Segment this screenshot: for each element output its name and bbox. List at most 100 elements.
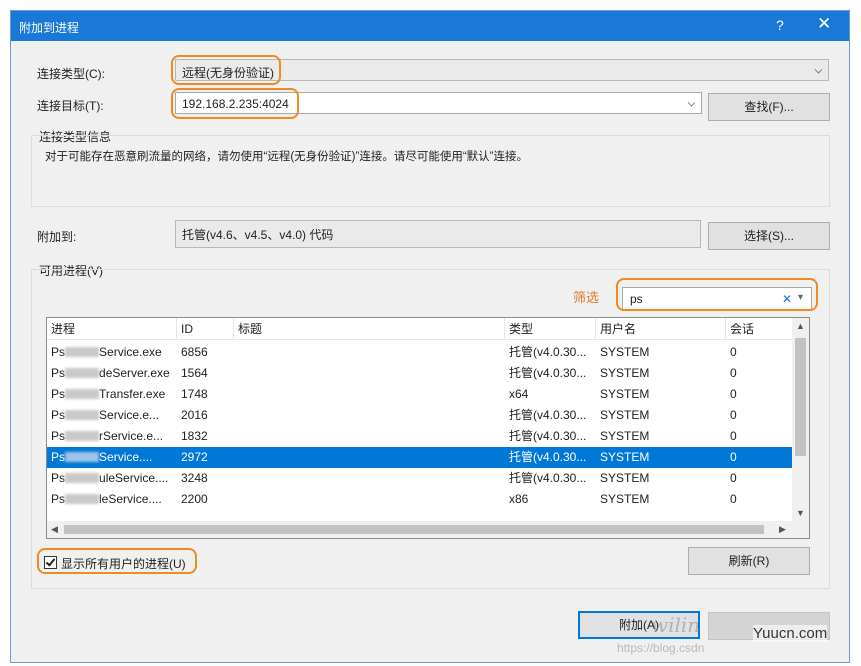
- redacted-text: [65, 431, 100, 442]
- help-icon[interactable]: ?: [776, 17, 784, 33]
- column-header-type[interactable]: 类型: [505, 318, 596, 340]
- process-session-cell: 0: [730, 408, 737, 422]
- find-button[interactable]: 查找(F)...: [708, 93, 830, 121]
- column-header-username[interactable]: 用户名: [596, 318, 726, 340]
- process-name-suffix: Transfer.exe: [99, 387, 166, 401]
- scroll-right-icon[interactable]: ▶: [779, 524, 786, 535]
- refresh-button[interactable]: 刷新(R): [688, 547, 810, 575]
- attach-to-process-dialog: 附加到进程 ? ✕ 连接类型(C): 远程(无身份验证) 连接目标(T): 19…: [10, 10, 850, 663]
- chevron-down-icon: [814, 65, 823, 74]
- connection-target-combo[interactable]: 192.168.2.235:4024: [175, 92, 702, 114]
- process-user-cell: SYSTEM: [600, 387, 650, 401]
- process-name-suffix: Service.exe: [99, 345, 162, 359]
- show-all-users-label[interactable]: 显示所有用户的进程(U): [61, 555, 186, 572]
- check-icon: [45, 556, 56, 567]
- process-session-cell: 0: [730, 345, 737, 359]
- table-row[interactable]: Ps Service.... 2972 托管(v4.0.30... SYSTEM 0: [47, 447, 792, 468]
- show-all-users-checkbox[interactable]: [44, 556, 57, 569]
- scroll-left-icon[interactable]: ◀: [51, 524, 58, 535]
- process-name-prefix: Ps: [51, 387, 66, 401]
- process-user-cell: SYSTEM: [600, 429, 650, 443]
- close-icon[interactable]: ✕: [817, 14, 831, 34]
- process-id-cell: 2200: [181, 492, 208, 506]
- scroll-up-icon[interactable]: ▲: [796, 321, 805, 331]
- process-name-cell: Ps Service.e...: [47, 405, 177, 426]
- process-id-cell: 2016: [181, 408, 208, 422]
- vertical-scroll-thumb[interactable]: [795, 338, 806, 456]
- process-id-cell: 1748: [181, 387, 208, 401]
- redacted-text: [65, 347, 100, 358]
- column-header-session[interactable]: 会话: [726, 318, 792, 340]
- process-type-cell: 托管(v4.0.30...: [509, 366, 587, 380]
- column-header-title[interactable]: 标题: [234, 318, 505, 340]
- process-type-cell: 托管(v4.0.30...: [509, 429, 587, 443]
- process-id-cell: 6856: [181, 345, 208, 359]
- process-type-cell: x86: [509, 492, 529, 506]
- filter-input[interactable]: ps ✕ ▾: [622, 287, 812, 311]
- connection-type-value: 远程(无身份验证): [182, 66, 274, 80]
- process-user-cell: SYSTEM: [600, 408, 650, 422]
- dialog-title: 附加到进程: [19, 21, 80, 35]
- redacted-text: [65, 410, 100, 421]
- scroll-down-icon[interactable]: ▼: [796, 508, 805, 518]
- redacted-text: [65, 389, 100, 400]
- vertical-scrollbar[interactable]: ▲ ▼: [792, 318, 809, 521]
- table-row[interactable]: Ps deServer.exe 1564 托管(v4.0.30... SYSTEM 0: [47, 363, 792, 384]
- connection-type-label: 连接类型(C):: [37, 67, 105, 81]
- process-name-suffix: leService....: [99, 492, 162, 506]
- filter-label: 筛选: [573, 290, 600, 305]
- process-name-cell: Ps rService.e...: [47, 426, 177, 447]
- column-header-process[interactable]: 进程: [47, 318, 177, 340]
- table-row[interactable]: Ps Transfer.exe 1748 x64 SYSTEM 0: [47, 384, 792, 405]
- process-type-cell: 托管(v4.0.30...: [509, 471, 587, 485]
- chevron-down-icon: [687, 98, 696, 107]
- process-session-cell: 0: [730, 471, 737, 485]
- process-type-cell: x64: [509, 387, 529, 401]
- attach-to-label: 附加到:: [37, 230, 77, 244]
- title-bar: 附加到进程 ? ✕: [11, 11, 849, 41]
- process-name-prefix: Ps: [51, 429, 66, 443]
- process-list-header: 进程 ID 标题 类型 用户名 会话: [47, 318, 792, 340]
- horizontal-scrollbar[interactable]: ◀ ▶: [47, 521, 792, 538]
- process-name-prefix: Ps: [51, 366, 66, 380]
- process-user-cell: SYSTEM: [600, 450, 650, 464]
- process-user-cell: SYSTEM: [600, 492, 650, 506]
- horizontal-scroll-thumb[interactable]: [64, 525, 764, 534]
- table-row[interactable]: Ps Service.exe 6856 托管(v4.0.30... SYSTEM 0: [47, 342, 792, 363]
- process-name-prefix: Ps: [51, 408, 66, 422]
- process-name-prefix: Ps: [51, 450, 66, 464]
- process-name-suffix: Service....: [99, 450, 153, 464]
- process-id-cell: 3248: [181, 471, 208, 485]
- process-user-cell: SYSTEM: [600, 471, 650, 485]
- redacted-text: [65, 368, 100, 379]
- process-list[interactable]: 进程 ID 标题 类型 用户名 会话 Ps Service.exe 6856 托管(v…: [46, 317, 810, 539]
- process-name-cell: Ps Transfer.exe: [47, 384, 177, 405]
- watermark-url: https://blog.csdn: [617, 641, 705, 655]
- process-user-cell: SYSTEM: [600, 366, 650, 380]
- connection-type-combo[interactable]: 远程(无身份验证): [175, 59, 829, 81]
- process-name-cell: Ps deServer.exe: [47, 363, 177, 384]
- clear-filter-icon[interactable]: ✕: [782, 292, 792, 306]
- watermark-text: Yuucn.com: [753, 625, 828, 642]
- table-row[interactable]: Ps Service.e... 2016 托管(v4.0.30... SYSTEM 0: [47, 405, 792, 426]
- table-row[interactable]: Ps rService.e... 1832 托管(v4.0.30... SYSTEM 0: [47, 426, 792, 447]
- process-type-cell: 托管(v4.0.30...: [509, 345, 587, 359]
- process-type-cell: 托管(v4.0.30...: [509, 408, 587, 422]
- connection-target-value: 192.168.2.235:4024: [182, 97, 289, 111]
- process-session-cell: 0: [730, 387, 737, 401]
- filter-dropdown-icon[interactable]: ▾: [798, 292, 803, 303]
- redacted-text: [65, 494, 100, 505]
- process-user-cell: SYSTEM: [600, 345, 650, 359]
- process-id-cell: 1832: [181, 429, 208, 443]
- select-code-type-button[interactable]: 选择(S)...: [708, 222, 830, 250]
- process-name-suffix: deServer.exe: [99, 366, 170, 380]
- process-name-prefix: Ps: [51, 345, 66, 359]
- redacted-text: [65, 452, 100, 463]
- process-name-cell: Ps Service....: [47, 447, 177, 468]
- process-id-cell: 2972: [181, 450, 208, 464]
- table-row[interactable]: Ps leService.... 2200 x86 SYSTEM 0: [47, 489, 792, 510]
- column-header-id[interactable]: ID: [177, 318, 234, 340]
- table-row[interactable]: Ps uleService.... 3248 托管(v4.0.30... SYSTEM 0: [47, 468, 792, 489]
- process-session-cell: 0: [730, 429, 737, 443]
- process-name-suffix: uleService....: [99, 471, 169, 485]
